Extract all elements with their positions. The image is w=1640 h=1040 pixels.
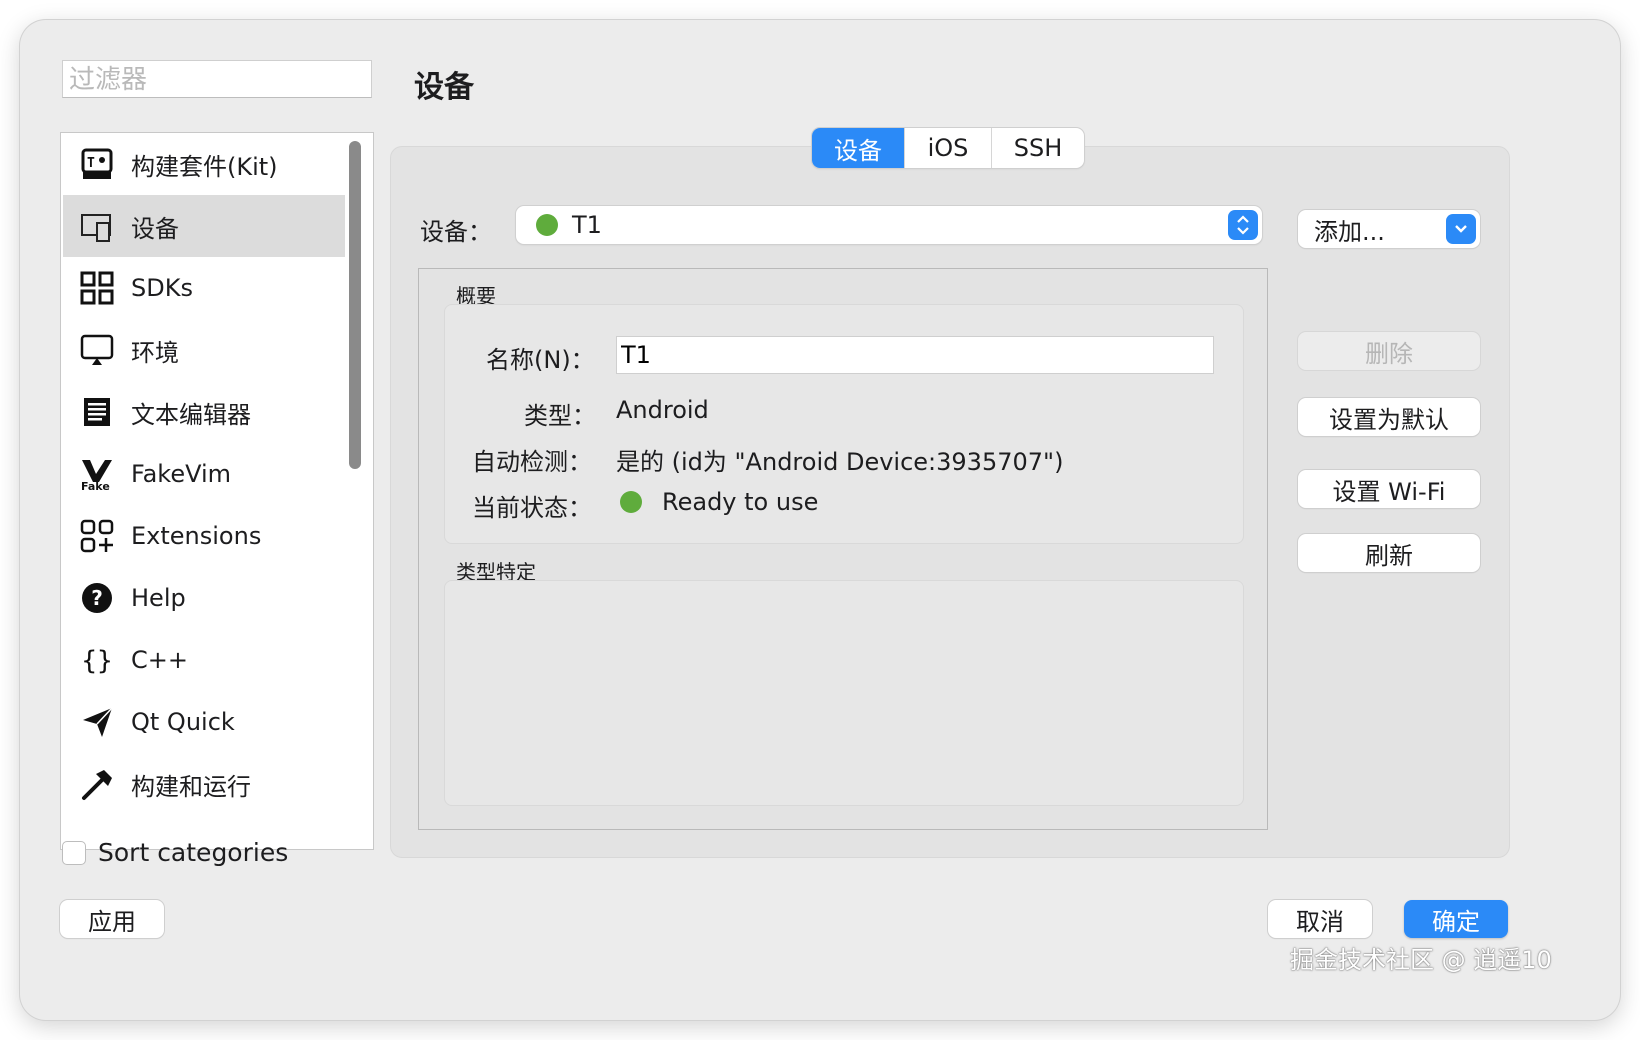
sidebar-item-extensions[interactable]: Extensions xyxy=(63,505,345,567)
sidebar-item-text-editor[interactable]: 文本编辑器 xyxy=(63,381,345,443)
braces-icon: {} xyxy=(77,640,117,680)
up-down-chevron-icon[interactable] xyxy=(1228,210,1258,240)
paper-plane-icon xyxy=(77,702,117,742)
sidebar-item-label: SDKs xyxy=(131,274,193,302)
set-default-button[interactable]: 设置为默认 xyxy=(1298,398,1480,436)
filter-field[interactable] xyxy=(62,60,372,98)
watermark: 掘金技术社区 @ 逍遥10 xyxy=(1290,946,1552,974)
sidebar-item-label: 构建和运行 xyxy=(131,772,251,801)
add-device-button[interactable]: 添加... xyxy=(1298,210,1480,248)
tab-ios[interactable]: iOS xyxy=(905,128,992,168)
scrollbar-thumb[interactable] xyxy=(349,141,361,469)
tab-devices[interactable]: 设备 xyxy=(812,128,905,168)
document-icon xyxy=(77,392,117,432)
monitor-icon xyxy=(77,330,117,370)
device-select-value: T1 xyxy=(572,211,602,239)
device-label: 设备： xyxy=(420,218,492,246)
category-scrollbar[interactable] xyxy=(347,141,361,841)
hammer-icon xyxy=(77,764,117,804)
filter-input[interactable] xyxy=(69,65,365,95)
refresh-button[interactable]: 刷新 xyxy=(1298,534,1480,572)
svg-text:?: ? xyxy=(91,586,103,610)
add-device-label: 添加... xyxy=(1314,217,1385,246)
sidebar-item-label: Extensions xyxy=(131,522,262,550)
sidebar-item-devices[interactable]: 设备 xyxy=(63,195,345,257)
type-value: Android xyxy=(616,396,709,424)
fakevim-icon: Fake xyxy=(77,454,117,494)
state-value: Ready to use xyxy=(662,488,819,516)
auto-detected-label: 自动检测： xyxy=(472,448,592,476)
fakevim-icon-text: Fake xyxy=(81,480,110,492)
sidebar-item-kits[interactable]: T 构建套件(Kit) xyxy=(63,133,345,195)
svg-text:{}: {} xyxy=(81,646,112,676)
tab-ssh[interactable]: SSH xyxy=(992,128,1084,168)
sidebar-item-build-run[interactable]: 构建和运行 xyxy=(63,753,345,815)
sidebar-item-label: Qt Quick xyxy=(131,708,235,736)
sidebar-item-sdks[interactable]: SDKs xyxy=(63,257,345,319)
help-icon: ? xyxy=(77,578,117,618)
state-label: 当前状态： xyxy=(472,494,592,522)
name-field[interactable] xyxy=(616,336,1214,374)
sidebar-item-label: FakeVim xyxy=(131,460,232,488)
sidebar-item-label: 构建套件(Kit) xyxy=(131,152,278,181)
category-list: T 构建套件(Kit) 设备 SDKs 环境 文本编辑器 Fake FakeVi… xyxy=(60,132,374,850)
page-title: 设备 xyxy=(414,70,474,105)
name-label: 名称(N)： xyxy=(486,346,595,374)
grid-icon xyxy=(77,268,117,308)
cancel-button[interactable]: 取消 xyxy=(1268,900,1372,938)
device-tabs: 设备 iOS SSH xyxy=(812,128,1084,168)
sidebar-item-qt-quick[interactable]: Qt Quick xyxy=(63,691,345,753)
device-icon xyxy=(77,206,117,246)
type-specific-box xyxy=(444,580,1244,806)
sidebar-item-label: Help xyxy=(131,584,186,612)
apply-button[interactable]: 应用 xyxy=(60,900,164,938)
sidebar-item-label: 设备 xyxy=(131,214,179,243)
sort-categories-checkbox[interactable] xyxy=(62,840,86,865)
sidebar-item-label: 文本编辑器 xyxy=(131,400,251,429)
sidebar-item-label: C++ xyxy=(131,646,188,674)
device-status-dot xyxy=(536,214,558,236)
sidebar-item-cpp[interactable]: {} C++ xyxy=(63,629,345,691)
setup-wifi-button[interactable]: 设置 Wi-Fi xyxy=(1298,470,1480,508)
sidebar-item-fakevim[interactable]: Fake FakeVim xyxy=(63,443,345,505)
ok-button[interactable]: 确定 xyxy=(1404,900,1508,938)
svg-text:T: T xyxy=(87,156,95,171)
sort-categories-label: Sort categories xyxy=(98,838,289,867)
state-status-dot xyxy=(620,491,642,513)
sidebar-item-label: 环境 xyxy=(131,338,179,367)
extensions-icon xyxy=(77,516,117,556)
sidebar-item-help[interactable]: ? Help xyxy=(63,567,345,629)
device-select[interactable]: T1 xyxy=(516,206,1262,244)
kit-icon: T xyxy=(77,144,117,184)
delete-button[interactable]: 删除 xyxy=(1298,332,1480,370)
chevron-down-icon xyxy=(1446,214,1476,244)
settings-window: T 构建套件(Kit) 设备 SDKs 环境 文本编辑器 xyxy=(20,20,1620,1020)
auto-detected-value: 是的 (id为 "Android Device:3935707") xyxy=(616,448,1064,476)
sort-categories-row[interactable]: Sort categories xyxy=(62,838,288,867)
sidebar-item-environment[interactable]: 环境 xyxy=(63,319,345,381)
type-label: 类型： xyxy=(524,402,596,430)
